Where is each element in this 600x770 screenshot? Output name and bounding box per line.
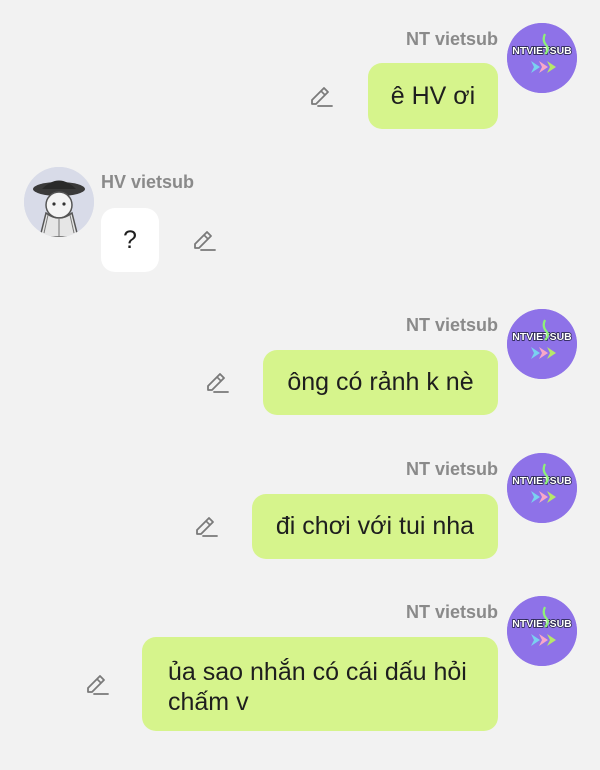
nt-logo-image [507,453,577,523]
nt-logo-image [507,23,577,93]
message-bubble[interactable]: ? [101,208,159,272]
sender-name: HV vietsub [101,172,195,192]
edit-pencil-icon[interactable] [204,370,230,396]
sender-name: NT vietsub [405,315,498,335]
sender-name: NT vietsub [405,459,498,479]
message-text-line: chấm v [168,688,249,716]
sender-name: NT vietsub [405,29,498,49]
hv-avatar-image [24,167,94,237]
nt-avatar[interactable] [507,309,577,379]
edit-pencil-icon[interactable] [191,228,217,254]
nt-avatar[interactable] [507,596,577,666]
message-bubble[interactable]: đi chơi với tui nha [252,494,498,559]
sender-name: NT vietsub [405,602,498,622]
edit-pencil-icon[interactable] [84,672,110,698]
nt-avatar[interactable] [507,453,577,523]
message-bubble[interactable]: ê HV ơi [368,63,498,129]
hv-avatar[interactable] [24,167,94,237]
message-text-line: ủa sao nhắn có cái dấu hỏi [168,658,467,686]
edit-pencil-icon[interactable] [193,514,219,540]
nt-avatar[interactable] [507,23,577,93]
nt-logo-image [507,309,577,379]
message-bubble[interactable]: ông có rảnh k nè [263,350,498,415]
message-bubble[interactable]: ủa sao nhắn có cái dấu hỏi chấm v [142,637,498,731]
edit-pencil-icon[interactable] [308,84,334,110]
nt-logo-image [507,596,577,666]
